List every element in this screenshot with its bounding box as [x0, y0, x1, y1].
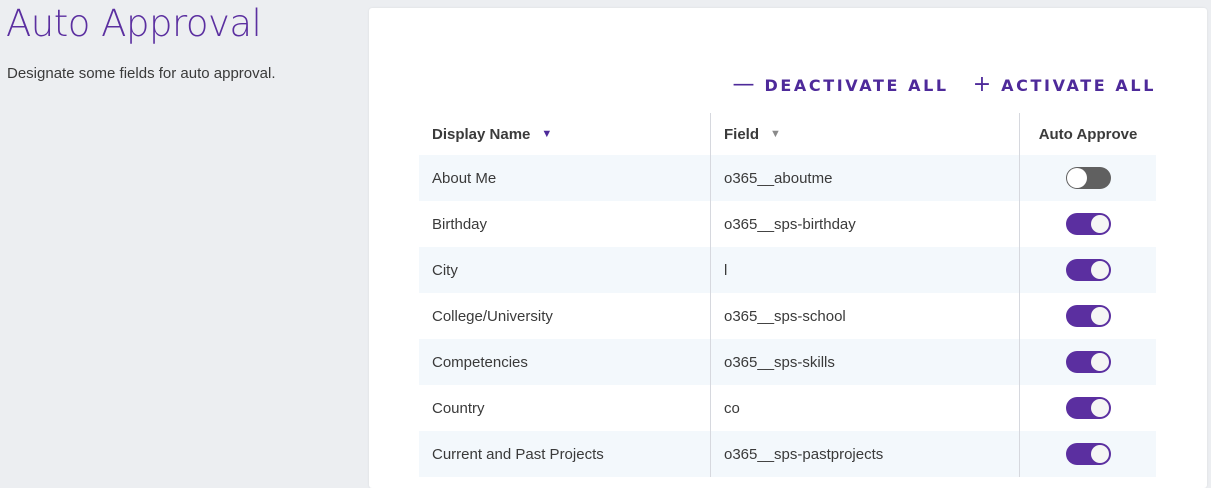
deactivate-all-label: DEACTIVATE ALL	[764, 75, 949, 95]
auto-approve-toggle[interactable]	[1065, 443, 1111, 465]
column-header-label: Display Name	[432, 125, 531, 143]
deactivate-all-button[interactable]: — DEACTIVATE ALL	[733, 74, 949, 96]
table-row: Current and Past Projects o365__sps-pastp…	[419, 431, 1156, 477]
field-cell: o365__sps-birthday	[710, 201, 1019, 247]
column-header-display-name[interactable]: Display Name ▼	[419, 113, 710, 155]
fields-table: Display Name ▼ Field ▼ Auto Approve Abou…	[419, 113, 1156, 477]
display-name-cell: Current and Past Projects	[432, 445, 604, 463]
activate-all-label: ACTIVATE ALL	[1001, 75, 1156, 95]
auto-approve-cell	[1019, 247, 1156, 293]
auto-approve-toggle[interactable]	[1065, 351, 1111, 373]
auto-approve-toggle[interactable]	[1065, 167, 1111, 189]
field-cell: l	[710, 247, 1019, 293]
auto-approve-cell	[1019, 339, 1156, 385]
auto-approve-cell	[1019, 155, 1156, 201]
auto-approve-cell	[1019, 201, 1156, 247]
auto-approve-toggle[interactable]	[1065, 397, 1111, 419]
auto-approval-card: — DEACTIVATE ALL + ACTIVATE ALL Display …	[369, 8, 1207, 488]
activate-all-button[interactable]: + ACTIVATE ALL	[973, 74, 1156, 96]
auto-approve-toggle[interactable]	[1065, 213, 1111, 235]
table-row: Country co	[419, 385, 1156, 431]
table-row: About Me o365__aboutme	[419, 155, 1156, 201]
page-title: Auto Approval	[6, 2, 262, 45]
auto-approve-cell	[1019, 385, 1156, 431]
toggle-knob	[1090, 307, 1109, 325]
auto-approve-toggle[interactable]	[1065, 259, 1111, 281]
display-name-cell: City	[432, 261, 458, 279]
display-name-cell: Birthday	[432, 215, 488, 233]
column-header-label: Field	[724, 125, 760, 143]
table-header: Display Name ▼ Field ▼ Auto Approve	[419, 113, 1156, 155]
display-name-cell: College/University	[432, 307, 553, 325]
table-row: College/University o365__sps-school	[419, 293, 1156, 339]
column-header-label: Auto Approve	[1038, 125, 1138, 143]
field-cell: o365__sps-school	[710, 293, 1019, 339]
table-row: Birthday o365__sps-birthday	[419, 201, 1156, 247]
display-name-cell: About Me	[432, 169, 497, 187]
page-description: Designate some fields for auto approval.	[7, 65, 276, 82]
auto-approve-toggle[interactable]	[1065, 305, 1111, 327]
display-name-cell: Competencies	[432, 353, 528, 371]
field-cell: o365__sps-pastprojects	[710, 431, 1019, 477]
sort-descending-icon[interactable]: ▼	[770, 128, 781, 140]
toggle-knob	[1090, 261, 1109, 279]
field-cell: co	[710, 385, 1019, 431]
auto-approve-cell	[1019, 293, 1156, 339]
minus-icon: —	[732, 72, 755, 97]
plus-icon: +	[972, 72, 992, 97]
toggle-knob	[1090, 215, 1109, 233]
table-body: About Me o365__aboutme Birthday o365__sps-b…	[419, 155, 1156, 477]
table-row: City l	[419, 247, 1156, 293]
table-row: Competencies o365__sps-skills	[419, 339, 1156, 385]
sort-descending-icon[interactable]: ▼	[541, 128, 552, 140]
toggle-knob	[1090, 353, 1109, 371]
column-header-auto-approve: Auto Approve	[1019, 113, 1156, 155]
toggle-knob	[1066, 168, 1087, 188]
display-name-cell: Country	[432, 399, 485, 417]
field-cell: o365__sps-skills	[710, 339, 1019, 385]
toggle-knob	[1090, 445, 1109, 463]
toggle-knob	[1090, 399, 1109, 417]
field-cell: o365__aboutme	[710, 155, 1019, 201]
auto-approve-cell	[1019, 431, 1156, 477]
bulk-actions: — DEACTIVATE ALL + ACTIVATE ALL	[733, 74, 1157, 96]
column-header-field[interactable]: Field ▼	[710, 113, 1019, 155]
